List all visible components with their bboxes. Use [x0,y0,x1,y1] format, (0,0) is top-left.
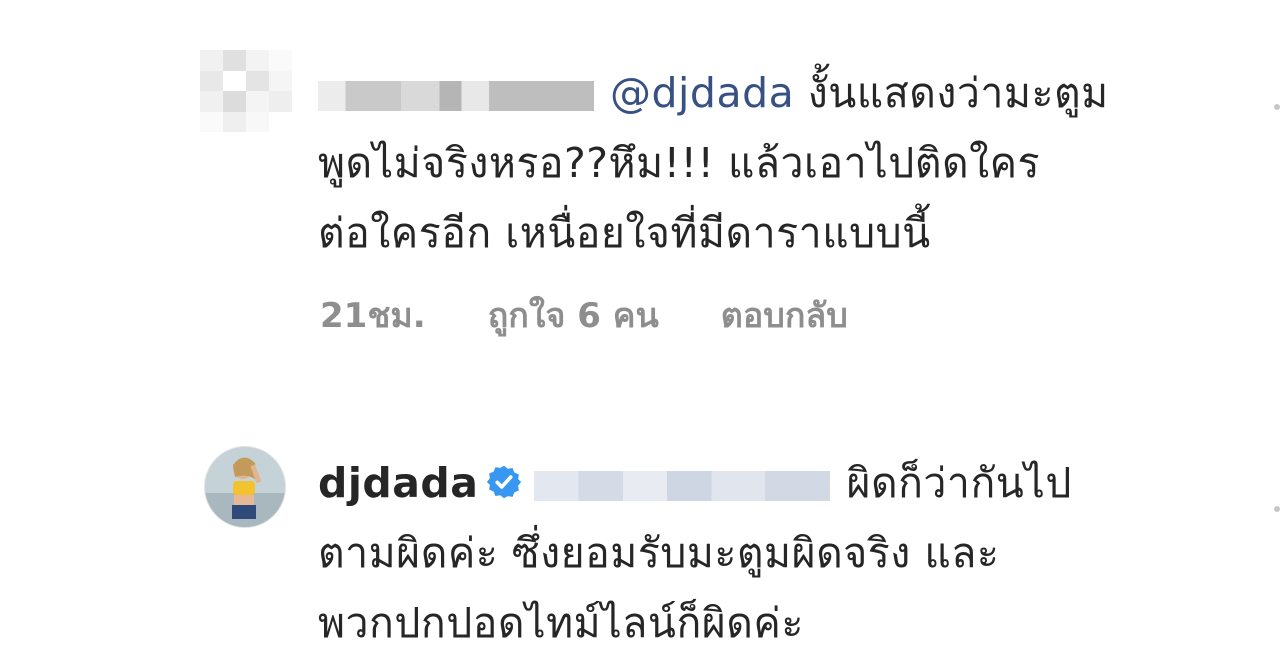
comment-2-body: djdada ผิดก็ว่ากันไป ตามผิดค่ะ ซึ่งยอมรั… [318,448,1198,658]
comment-2-line-1: ผิดก็ว่ากันไป [846,459,1072,507]
comment-1-body: @djdada งั้นแสดงว่ามะตูม พูดไม่จริงหรอ??… [318,58,1198,268]
comment-time: 21ชม. [320,296,426,336]
comment-2-line-2: ตามผิดค่ะ ซึ่งยอมรับมะตูมผิดจริง และ [318,529,1000,577]
likes-count-button[interactable]: ถูกใจ 6 คน [488,288,659,342]
comment-1-meta: 21ชม. ถูกใจ 6 คน ตอบกลับ [320,288,848,342]
comment-username[interactable]: djdada [318,459,478,507]
comment-1: @djdada งั้นแสดงว่ามะตูม พูดไม่จริงหรอ??… [0,0,1280,360]
comment-1-line-2: พูดไม่จริงหรอ??หึม!!! แล้วเอาไปติดใคร [318,139,1041,187]
blurred-username[interactable] [318,81,594,111]
mention-link[interactable]: @djdada [610,69,794,117]
options-dot-icon[interactable] [1274,104,1280,110]
comment-1-line-3: ต่อใครอีก เหนื่อยใจที่มีดาราแบบนี้ [318,209,931,257]
blurred-mention[interactable] [534,471,831,501]
verified-badge-icon [487,465,522,499]
profile-avatar[interactable] [204,446,286,528]
reply-button[interactable]: ตอบกลับ [721,288,848,342]
comment-2: djdada ผิดก็ว่ากันไป ตามผิดค่ะ ซึ่งยอมรั… [0,360,1280,647]
comment-1-line-1: งั้นแสดงว่ามะตูม [794,69,1109,117]
avatar-image-icon [205,447,285,527]
options-dot-icon[interactable] [1274,506,1280,512]
blurred-avatar[interactable] [200,50,292,132]
